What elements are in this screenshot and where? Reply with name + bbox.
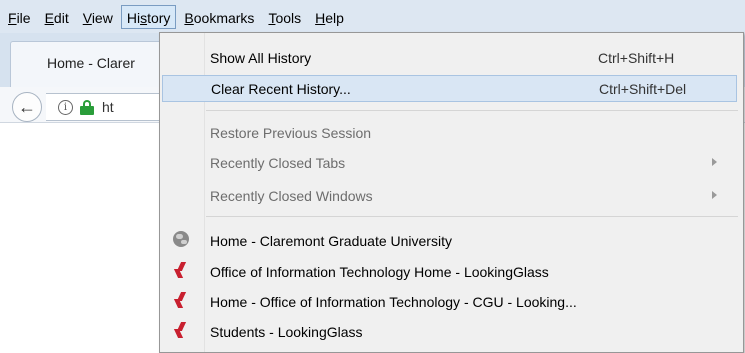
lookingglass-icon <box>173 262 189 278</box>
history-entry[interactable]: Home - Office of Information Technology … <box>160 288 743 315</box>
menu-item-restore-previous-session[interactable]: Restore Previous Session <box>160 119 743 146</box>
history-entry-label: Students - LookingGlass <box>210 324 363 340</box>
back-button[interactable]: ← <box>12 92 42 122</box>
history-entry[interactable]: Office of Information Technology Home - … <box>160 258 743 285</box>
back-arrow-icon: ← <box>18 96 36 117</box>
info-icon[interactable]: i <box>58 100 73 115</box>
menu-edit[interactable]: Edit <box>39 5 75 29</box>
lookingglass-icon <box>173 322 189 338</box>
submenu-arrow-icon <box>712 191 717 199</box>
menu-separator <box>206 110 738 111</box>
history-entry-label: Office of Information Technology Home - … <box>210 264 549 280</box>
menu-tools[interactable]: Tools <box>262 5 307 29</box>
menu-item-label: Clear Recent History... <box>211 81 351 97</box>
menu-item-clear-recent-history[interactable]: Clear Recent History... Ctrl+Shift+Del <box>162 75 737 102</box>
menu-item-label: Restore Previous Session <box>210 125 372 141</box>
menu-item-shortcut: Ctrl+Shift+H <box>598 50 675 66</box>
globe-icon <box>173 231 189 247</box>
browser-tab[interactable]: Home - Clarer <box>10 41 180 87</box>
menu-file[interactable]: File <box>2 5 37 29</box>
menu-bookmarks[interactable]: Bookmarks <box>178 5 260 29</box>
menu-separator <box>206 216 738 217</box>
lookingglass-icon <box>173 292 189 308</box>
menu-bar: File Edit View History Bookmarks Tools H… <box>0 0 745 33</box>
history-entry-label: Home - Office of Information Technology … <box>210 294 577 310</box>
menu-help[interactable]: Help <box>309 5 350 29</box>
menu-history[interactable]: History <box>120 4 177 29</box>
menu-item-shortcut: Ctrl+Shift+Del <box>599 81 687 97</box>
history-entry[interactable]: Students - LookingGlass <box>160 318 743 345</box>
menu-view[interactable]: View <box>77 5 119 29</box>
menu-item-show-all-history[interactable]: Show All History Ctrl+Shift+H <box>160 44 743 71</box>
menu-item-label: Recently Closed Tabs <box>210 155 346 171</box>
menu-item-label: Show All History <box>210 50 312 66</box>
tab-title: Home - Clarer <box>47 55 135 71</box>
menu-item-recently-closed-windows[interactable]: Recently Closed Windows <box>160 182 743 209</box>
history-menu: Show All History Ctrl+Shift+H Clear Rece… <box>159 32 744 353</box>
menu-item-recently-closed-tabs[interactable]: Recently Closed Tabs <box>160 149 743 176</box>
menu-item-label: Recently Closed Windows <box>210 188 373 204</box>
history-entry-label: Home - Claremont Graduate University <box>210 233 452 249</box>
lock-icon[interactable] <box>80 100 94 115</box>
history-entry[interactable]: Home - Claremont Graduate University <box>160 227 743 254</box>
submenu-arrow-icon <box>712 158 717 166</box>
url-text: ht <box>102 99 114 115</box>
